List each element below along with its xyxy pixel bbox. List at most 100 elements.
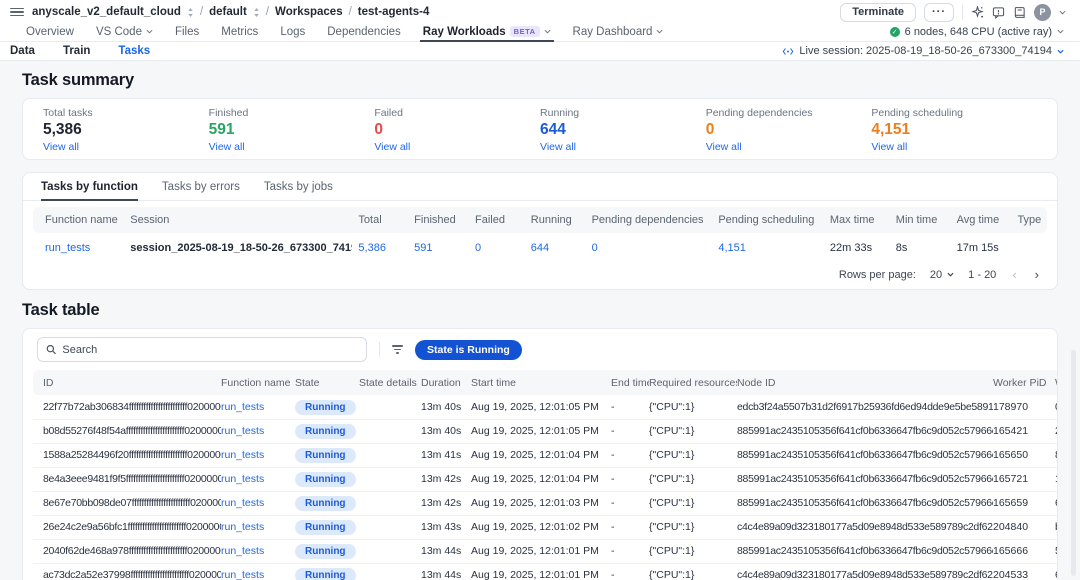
search-input[interactable] bbox=[62, 344, 358, 356]
cell-resources: {"CPU":1} bbox=[649, 563, 737, 580]
function-link[interactable]: run_tests bbox=[221, 545, 264, 557]
sparkle-icon[interactable] bbox=[971, 6, 984, 19]
function-link[interactable]: run_tests bbox=[221, 449, 264, 461]
vertical-scrollbar[interactable] bbox=[1071, 350, 1076, 576]
stat-value: 5,386 bbox=[43, 121, 209, 139]
function-link[interactable]: run_tests bbox=[221, 401, 264, 413]
prev-page-button[interactable]: ‹ bbox=[1010, 267, 1018, 282]
tasks-by-function-card: Tasks by function Tasks by errors Tasks by… bbox=[22, 172, 1058, 290]
task-row: ac73dc2a52e37998ffffffffffffffffffffffff… bbox=[33, 563, 1058, 580]
view-all-link[interactable]: View all bbox=[871, 141, 907, 153]
cell-start_time: Aug 19, 2025, 12:01:03 PM bbox=[471, 491, 611, 515]
task-row: 8e67e70bb098de07ffffffffffffffffffffffff… bbox=[33, 491, 1058, 515]
view-all-link[interactable]: View all bbox=[706, 141, 742, 153]
cell-resources: {"CPU":1} bbox=[649, 491, 737, 515]
breadcrumb-item[interactable]: default bbox=[209, 6, 247, 18]
tab-ray-dashboard[interactable]: Ray Dashboard bbox=[573, 22, 664, 41]
cell-end_time: - bbox=[611, 515, 649, 539]
beta-badge: BETA bbox=[510, 26, 540, 37]
breadcrumb-item[interactable]: test-agents-4 bbox=[358, 6, 430, 18]
cluster-status[interactable]: ✓ 6 nodes, 648 CPU (active ray) bbox=[890, 22, 1064, 41]
function-row-cell: 5,386 bbox=[352, 233, 408, 263]
stat-value: 591 bbox=[209, 121, 375, 139]
filter-icon[interactable] bbox=[392, 345, 403, 354]
avatar[interactable]: P bbox=[1034, 4, 1051, 21]
function-row-cell: 17m 15s bbox=[951, 233, 1012, 263]
task-row: 2040f62de468a978ffffffffffffffffffffffff… bbox=[33, 539, 1058, 563]
tab-tasks-by-function[interactable]: Tasks by function bbox=[41, 173, 138, 200]
workspace-tabs: Overview VS Code Files Metrics Logs Dependenc… bbox=[26, 22, 663, 41]
cell-duration: 13m 44s bbox=[421, 563, 471, 580]
view-all-link[interactable]: View all bbox=[209, 141, 245, 153]
terminate-button[interactable]: Terminate bbox=[840, 3, 916, 22]
more-actions-button[interactable]: ··· bbox=[924, 3, 954, 22]
stat-value: 644 bbox=[540, 121, 706, 139]
view-all-link[interactable]: View all bbox=[540, 141, 576, 153]
function-link[interactable]: run_tests bbox=[221, 497, 264, 509]
cell-start_time: Aug 19, 2025, 12:01:05 PM bbox=[471, 419, 611, 443]
sort-toggle-icon[interactable] bbox=[253, 8, 260, 17]
function-link[interactable]: run_tests bbox=[221, 569, 264, 580]
tab-ray-workloads[interactable]: Ray Workloads BETA bbox=[423, 22, 551, 41]
tab-files[interactable]: Files bbox=[175, 22, 199, 41]
function-row-link[interactable]: 591 bbox=[414, 242, 432, 254]
function-row-link[interactable]: 5,386 bbox=[358, 242, 386, 254]
chevron-down-icon bbox=[1057, 29, 1064, 34]
hamburger-menu-icon[interactable] bbox=[10, 8, 24, 17]
function-row-link[interactable]: 644 bbox=[531, 242, 549, 254]
tab-tasks-by-errors[interactable]: Tasks by errors bbox=[162, 173, 240, 200]
cell-function: run_tests bbox=[221, 443, 295, 467]
sort-toggle-icon[interactable] bbox=[187, 8, 194, 17]
summary-stat-pending-dependencies: Pending dependencies0View all bbox=[706, 107, 872, 153]
function-row-cell: 8s bbox=[890, 233, 951, 263]
tab-label: Ray Workloads bbox=[423, 26, 506, 38]
subtab-train[interactable]: Train bbox=[63, 45, 90, 57]
function-link[interactable]: run_tests bbox=[221, 521, 264, 533]
function-row-link[interactable]: 0 bbox=[592, 242, 598, 254]
filter-chip-state-running[interactable]: State is Running bbox=[415, 340, 522, 360]
tab-tasks-by-jobs[interactable]: Tasks by jobs bbox=[264, 173, 333, 200]
tab-vs-code[interactable]: VS Code bbox=[96, 22, 153, 41]
cell-resources: {"CPU":1} bbox=[649, 443, 737, 467]
docs-icon[interactable] bbox=[1013, 6, 1026, 19]
function-link[interactable]: run_tests bbox=[221, 473, 264, 485]
view-all-link[interactable]: View all bbox=[374, 141, 410, 153]
cell-worker_pid: 204840 bbox=[993, 515, 1055, 539]
cell-state: Running bbox=[295, 467, 359, 491]
column-header: Required resources bbox=[649, 370, 737, 395]
stat-label: Pending scheduling bbox=[871, 107, 1037, 119]
stat-label: Failed bbox=[374, 107, 540, 119]
tab-logs[interactable]: Logs bbox=[280, 22, 305, 41]
function-summary-row: run_testssession_2025-08-19_18-50-26_673… bbox=[33, 233, 1047, 263]
column-header: State bbox=[295, 370, 359, 395]
view-all-link[interactable]: View all bbox=[43, 141, 79, 153]
function-row-link[interactable]: 0 bbox=[475, 242, 481, 254]
column-header: Type bbox=[1011, 207, 1047, 233]
column-header: Finished bbox=[408, 207, 469, 233]
cell-end_time: - bbox=[611, 395, 649, 419]
breadcrumb-item[interactable]: Workspaces bbox=[275, 6, 343, 18]
cell-start_time: Aug 19, 2025, 12:01:04 PM bbox=[471, 443, 611, 467]
cell-state_details bbox=[359, 467, 421, 491]
tab-metrics[interactable]: Metrics bbox=[221, 22, 258, 41]
breadcrumb-item[interactable]: anyscale_v2_default_cloud bbox=[32, 6, 181, 18]
function-link[interactable]: run_tests bbox=[221, 425, 264, 437]
summary-stat-total-tasks: Total tasks5,386View all bbox=[43, 107, 209, 153]
function-row-link[interactable]: run_tests bbox=[45, 242, 90, 254]
next-page-button[interactable]: › bbox=[1033, 267, 1041, 282]
function-row-link[interactable]: 4,151 bbox=[718, 242, 746, 254]
cell-start_time: Aug 19, 2025, 12:01:04 PM bbox=[471, 467, 611, 491]
column-header: Session bbox=[124, 207, 352, 233]
subtab-tasks[interactable]: Tasks bbox=[118, 45, 150, 57]
live-session-selector[interactable]: Live session: 2025-08-19_18-50-26_673300… bbox=[782, 45, 1064, 57]
tab-dependencies[interactable]: Dependencies bbox=[327, 22, 401, 41]
state-badge: Running bbox=[295, 472, 356, 487]
subtab-data[interactable]: Data bbox=[10, 45, 35, 57]
feedback-icon[interactable] bbox=[992, 6, 1005, 19]
stat-value: 4,151 bbox=[871, 121, 1037, 139]
tab-overview[interactable]: Overview bbox=[26, 22, 74, 41]
page-size-select[interactable]: 20 bbox=[930, 269, 954, 281]
column-header: Avg time bbox=[951, 207, 1012, 233]
avatar-chevron-down-icon[interactable] bbox=[1059, 10, 1066, 15]
workspace-tab-bar: Overview VS Code Files Metrics Logs Dependenc… bbox=[0, 22, 1080, 42]
